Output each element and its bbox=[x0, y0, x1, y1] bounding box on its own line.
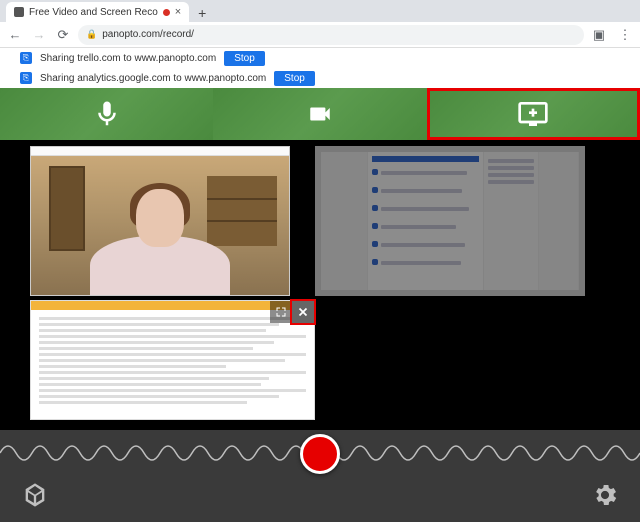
video-mode-button[interactable] bbox=[213, 88, 426, 140]
share-icon: ⎘ bbox=[20, 72, 32, 84]
screen-preview-3[interactable] bbox=[30, 300, 315, 420]
fullscreen-icon[interactable] bbox=[270, 301, 292, 323]
lock-icon: 🔒 bbox=[86, 29, 97, 40]
sharing-banner: ⎘ Sharing analytics.google.com to www.pa… bbox=[0, 68, 640, 88]
microphone-icon bbox=[92, 99, 122, 129]
sharing-banner: ⎘ Sharing trello.com to www.panopto.com … bbox=[0, 48, 640, 68]
stop-sharing-button[interactable]: Stop bbox=[224, 51, 265, 66]
add-screen-button[interactable] bbox=[427, 88, 640, 140]
gear-icon bbox=[591, 481, 619, 509]
bottom-controls bbox=[0, 430, 640, 522]
browser-tab[interactable]: Free Video and Screen Reco × bbox=[6, 2, 189, 22]
remove-source-button[interactable] bbox=[292, 301, 314, 323]
forward-button[interactable]: → bbox=[30, 26, 48, 44]
menu-icon[interactable]: ⋮ bbox=[616, 26, 634, 44]
banner-text: Sharing analytics.google.com to www.pano… bbox=[40, 73, 266, 84]
back-button[interactable]: ← bbox=[6, 26, 24, 44]
audio-mode-button[interactable] bbox=[0, 88, 213, 140]
add-screen-icon bbox=[514, 98, 552, 130]
extension-icon[interactable]: ▣ bbox=[590, 26, 608, 44]
stop-sharing-button[interactable]: Stop bbox=[274, 71, 315, 86]
new-tab-button[interactable]: + bbox=[193, 4, 211, 22]
panopto-logo-icon[interactable] bbox=[18, 478, 52, 512]
reload-button[interactable]: ⟳ bbox=[54, 26, 72, 44]
screen-preview-2[interactable] bbox=[315, 146, 585, 296]
address-bar[interactable]: 🔒 panopto.com/record/ bbox=[78, 25, 584, 45]
tab-strip: Free Video and Screen Reco × + bbox=[0, 0, 640, 22]
camera-icon bbox=[305, 101, 335, 127]
favicon bbox=[14, 7, 24, 17]
recording-indicator-icon bbox=[163, 9, 170, 16]
recorder-app bbox=[0, 88, 640, 522]
preview-titlebar bbox=[31, 147, 289, 156]
browser-toolbar: ← → ⟳ 🔒 panopto.com/record/ ▣ ⋮ bbox=[0, 22, 640, 48]
preview-area bbox=[0, 140, 640, 430]
banner-text: Sharing trello.com to www.panopto.com bbox=[40, 53, 216, 64]
record-button[interactable] bbox=[300, 434, 340, 474]
webcam-feed bbox=[31, 156, 289, 295]
mode-bar bbox=[0, 88, 640, 140]
webcam-preview[interactable] bbox=[30, 146, 290, 296]
share-icon: ⎘ bbox=[20, 52, 32, 64]
url-text: panopto.com/record/ bbox=[102, 29, 194, 40]
tab-title: Free Video and Screen Reco bbox=[29, 7, 158, 18]
close-tab-icon[interactable]: × bbox=[175, 6, 181, 18]
settings-button[interactable] bbox=[588, 478, 622, 512]
